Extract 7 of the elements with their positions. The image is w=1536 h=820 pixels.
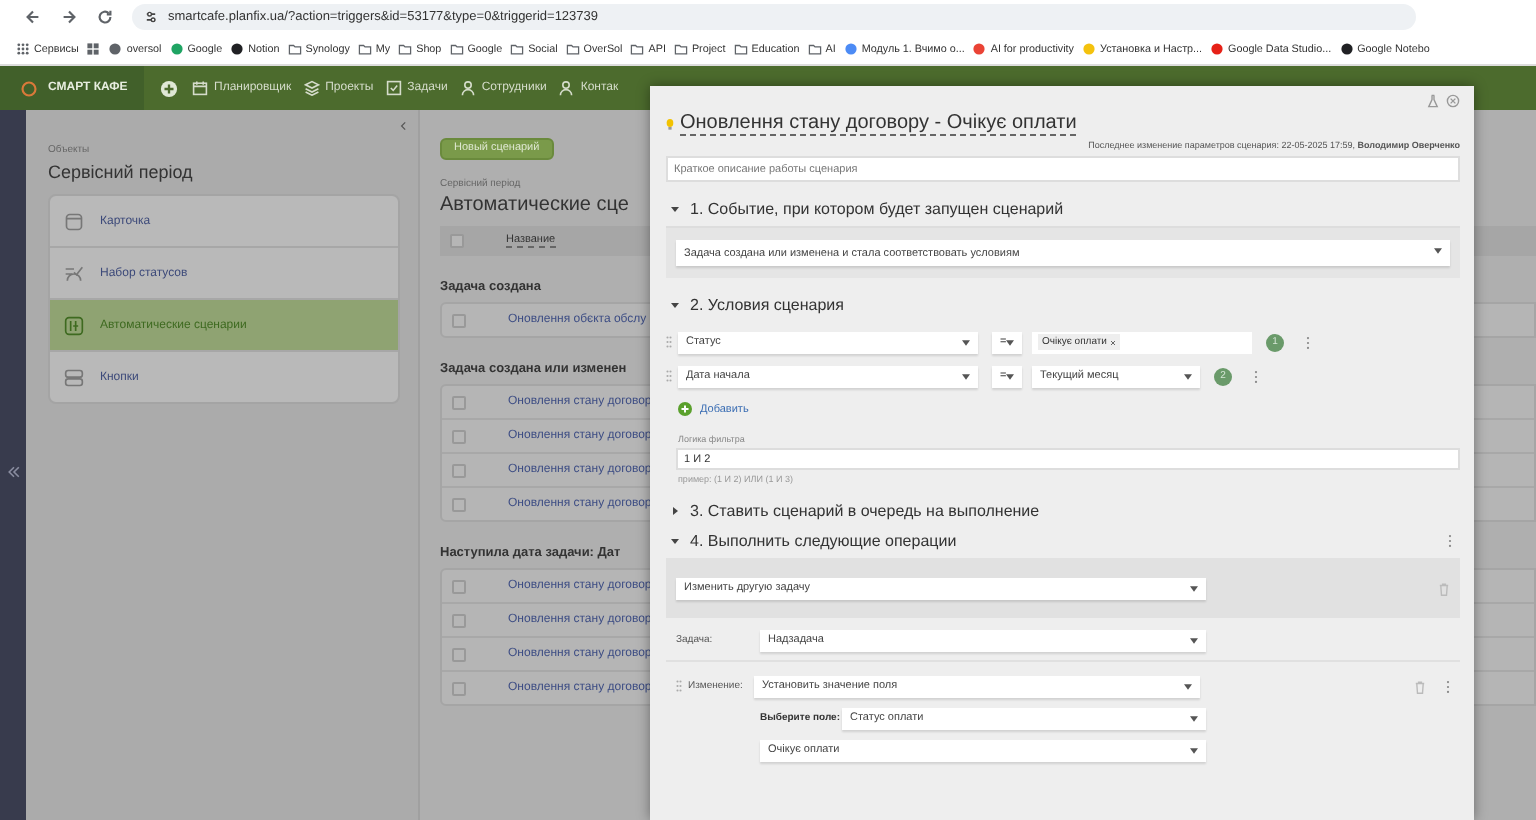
scenario-title[interactable]: Оновлення стану договору - Очікує оплати (680, 112, 1077, 136)
page-title: Автоматические сце (440, 194, 629, 216)
object-title: Сервісний період (48, 162, 195, 182)
section-header[interactable]: 1. Событие, при котором будет запущен сценарий (666, 196, 1460, 222)
section-header[interactable]: 3. Ставить сценарий в очередь на выполнение (666, 498, 1460, 524)
section-header[interactable]: 2. Условия сценария (666, 292, 1460, 318)
section-header[interactable]: 4. Выполнить следующие операции (666, 528, 1460, 554)
